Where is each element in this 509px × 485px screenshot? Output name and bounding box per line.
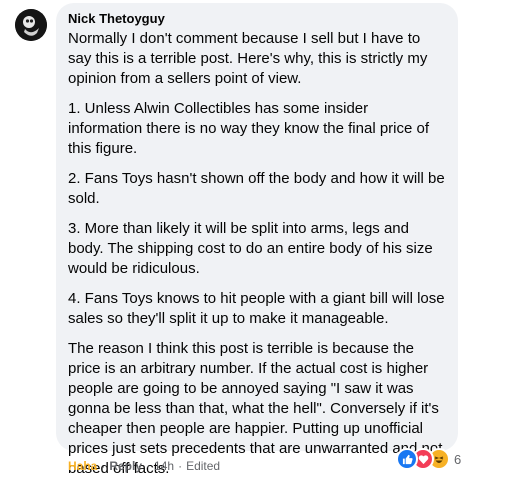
comment-bubble: Nick Thetoyguy Normally I don't comment …	[56, 3, 458, 477]
like-icon	[396, 448, 418, 470]
avatar[interactable]	[15, 9, 47, 41]
separator: ·	[146, 459, 151, 473]
haha-reaction-button[interactable]: Haha	[68, 458, 97, 474]
comment-actions: Haha · Reply · 14h · Edited	[68, 458, 220, 474]
comment-paragraph: 1. Unless Alwin Collectibles has some in…	[68, 100, 430, 157]
reaction-count: 6	[454, 451, 462, 467]
comment-paragraph: Normally I don't comment because I sell …	[68, 30, 428, 87]
comment-author[interactable]: Nick Thetoyguy	[68, 11, 446, 27]
edited-label[interactable]: Edited	[186, 458, 220, 474]
separator: ·	[101, 459, 106, 473]
reaction-summary[interactable]: 6	[396, 448, 462, 470]
comment-paragraph: 3. More than likely it will be split int…	[68, 220, 433, 277]
comment-timestamp[interactable]: 14h	[154, 458, 174, 474]
comment-paragraph: 4. Fans Toys knows to hit people with a …	[68, 290, 445, 327]
separator: ·	[178, 459, 183, 473]
reply-button[interactable]: Reply	[109, 458, 142, 474]
profile-picture	[15, 9, 47, 41]
comment-paragraph: 2. Fans Toys hasn't shown off the body a…	[68, 170, 445, 207]
